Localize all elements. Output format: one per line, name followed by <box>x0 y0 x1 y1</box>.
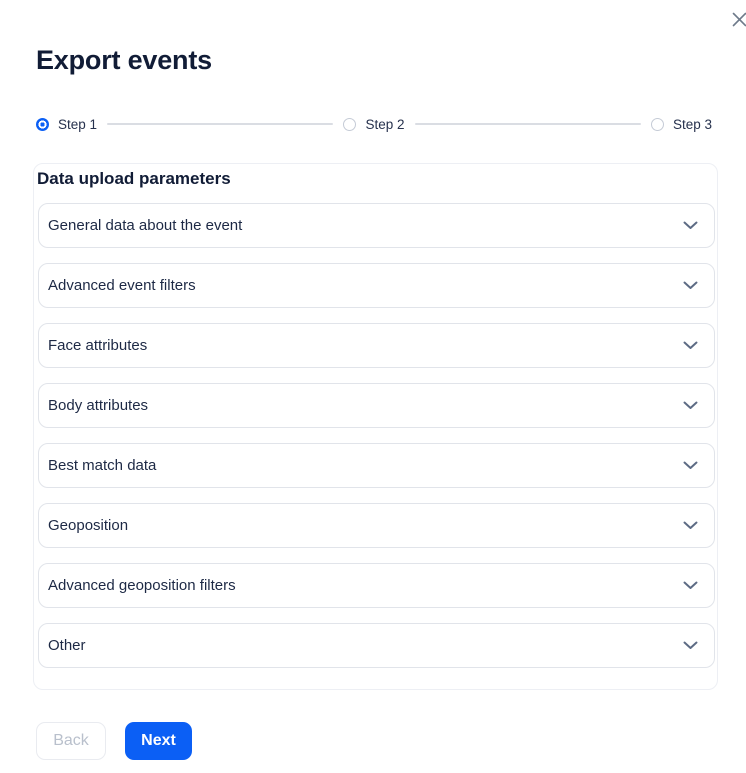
accordion-section-label: General data about the event <box>48 217 243 234</box>
chevron-down-icon <box>683 221 698 230</box>
step3-label: Step 3 <box>672 116 712 132</box>
accordion-list: General data about the event Advanced ev… <box>38 203 715 668</box>
accordion-section[interactable]: General data about the event <box>38 203 715 248</box>
chevron-down-icon <box>683 641 698 650</box>
accordion-section[interactable]: Other <box>38 623 715 668</box>
data-upload-parameters-panel: Data upload parameters General data abou… <box>33 163 718 690</box>
accordion-section-label: Body attributes <box>48 397 149 414</box>
chevron-down-icon <box>683 521 698 530</box>
accordion-section[interactable]: Body attributes <box>38 383 715 428</box>
close-icon[interactable] <box>728 8 746 30</box>
panel-title: Data upload parameters <box>37 169 231 188</box>
step-connector-line <box>414 123 641 125</box>
accordion-section[interactable]: Advanced geoposition filters <box>38 563 715 608</box>
accordion-section-label: Face attributes <box>48 337 148 354</box>
step1-label: Step 1 <box>58 116 98 132</box>
step3-radio-icon[interactable] <box>650 117 664 131</box>
step-indicator: Step 1 Step 2 Step 3 <box>36 111 712 137</box>
accordion-section-label: Advanced event filters <box>48 277 196 294</box>
accordion-section[interactable]: Face attributes <box>38 323 715 368</box>
accordion-section-label: Advanced geoposition filters <box>48 577 236 594</box>
back-button[interactable]: Back <box>36 722 106 760</box>
export-events-modal: Export events Step 1 Step 2 Step 3 Data … <box>0 0 746 773</box>
step2-label: Step 2 <box>365 116 405 132</box>
accordion-section[interactable]: Geoposition <box>38 503 715 548</box>
next-button[interactable]: Next <box>125 722 192 760</box>
chevron-down-icon <box>683 401 698 410</box>
accordion-section[interactable]: Best match data <box>38 443 715 488</box>
step2-radio-icon[interactable] <box>343 117 357 131</box>
accordion-section[interactable]: Advanced event filters <box>38 263 715 308</box>
chevron-down-icon <box>683 581 698 590</box>
accordion-section-label: Other <box>48 637 86 654</box>
chevron-down-icon <box>683 281 698 290</box>
close-x-glyph <box>732 12 746 26</box>
accordion-section-label: Geoposition <box>48 517 129 534</box>
chevron-down-icon <box>683 341 698 350</box>
step1-radio-active-icon[interactable] <box>36 117 49 131</box>
footer-actions: Back Next <box>36 722 192 760</box>
chevron-down-icon <box>683 461 698 470</box>
page-title: Export events <box>36 45 212 75</box>
accordion-section-label: Best match data <box>48 457 157 474</box>
step-connector-line <box>107 123 334 125</box>
